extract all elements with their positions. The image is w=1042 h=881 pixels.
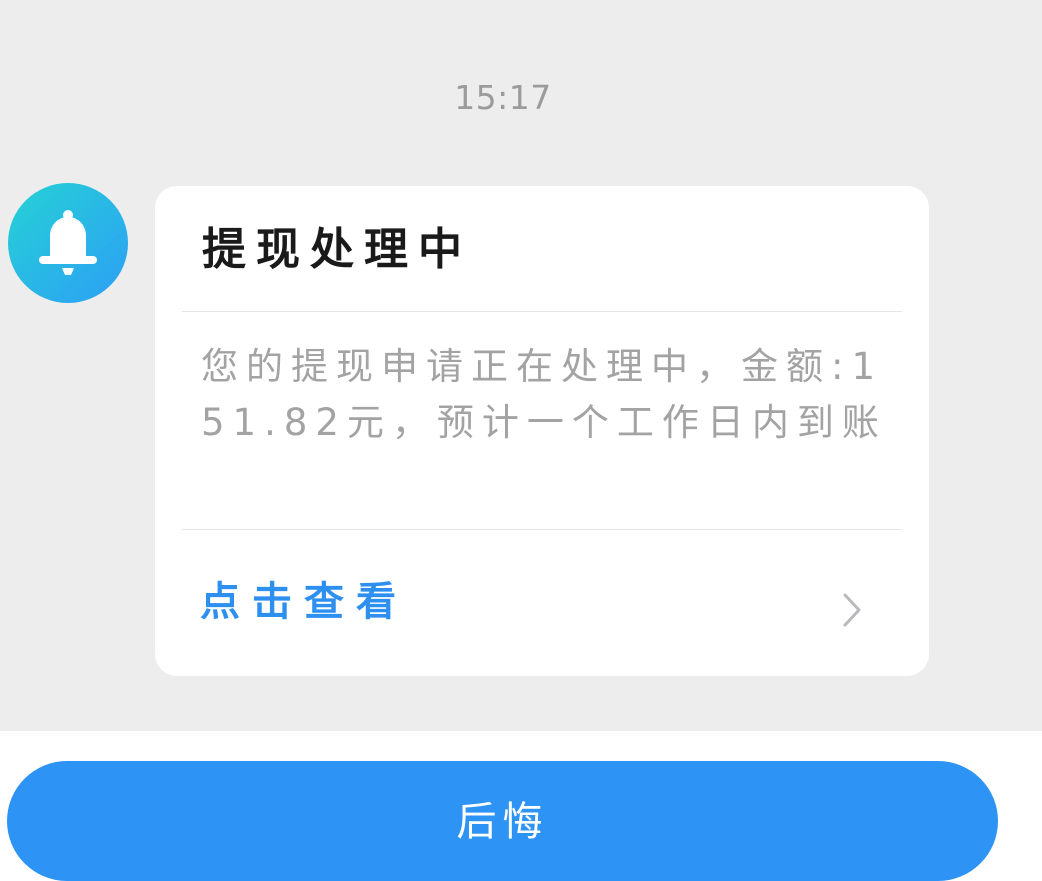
notification-card: 提现处理中 您的提现申请正在处理中，金额:151.82元，预计一个工作日内到账 … (155, 186, 929, 676)
message-timestamp: 15:17 (454, 78, 552, 117)
card-title: 提现处理中 (202, 224, 472, 275)
regret-button[interactable]: 后悔 (7, 761, 998, 881)
chevron-right-icon (843, 593, 861, 627)
chat-area: 15:17 提现处理中 您的提现申请正在处理中，金额:151.82元，预计一个工… (0, 0, 1042, 731)
regret-button-label: 后悔 (456, 799, 549, 845)
bell-icon (39, 210, 97, 275)
view-details-label: 点击查看 (200, 579, 408, 625)
card-message: 您的提现申请正在处理中，金额:151.82元，预计一个工作日内到账 (201, 345, 887, 444)
title-divider (182, 311, 902, 312)
view-details-link[interactable]: 点击查看 (155, 530, 929, 676)
notification-avatar[interactable] (8, 183, 128, 303)
